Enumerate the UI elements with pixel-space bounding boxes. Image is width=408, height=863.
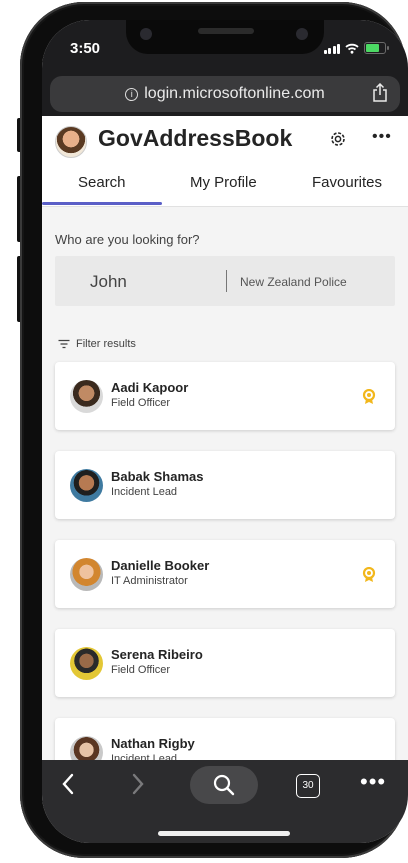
battery-icon <box>364 42 389 54</box>
url-text: login.microsoftonline.com <box>144 85 325 102</box>
more-icon[interactable]: ••• <box>360 771 386 793</box>
home-indicator[interactable] <box>158 831 290 836</box>
search-button[interactable] <box>190 766 258 804</box>
filter-icon <box>58 339 70 349</box>
avatar <box>70 647 103 680</box>
tab-my-profile[interactable]: My Profile <box>190 174 257 191</box>
result-card[interactable]: Serena Ribeiro Field Officer <box>55 629 395 697</box>
tab-search[interactable]: Search <box>78 174 126 191</box>
search-input[interactable]: John <box>90 272 127 292</box>
filter-label: Filter results <box>76 338 136 350</box>
result-name: Serena Ribeiro <box>111 647 203 662</box>
wifi-icon <box>345 43 359 54</box>
search-divider <box>226 270 227 292</box>
sensor-dot <box>140 28 152 40</box>
tabs-icon[interactable]: 30 <box>296 774 320 798</box>
search-box[interactable]: John New Zealand Police <box>55 256 395 306</box>
result-name: Babak Shamas <box>111 469 204 484</box>
search-question: Who are you looking for? <box>55 232 200 247</box>
forward-chevron-icon[interactable] <box>130 772 146 796</box>
status-time: 3:50 <box>70 40 101 57</box>
notch <box>126 20 324 54</box>
result-card[interactable]: Babak Shamas Incident Lead <box>55 451 395 519</box>
back-chevron-icon[interactable] <box>60 772 76 796</box>
address-bar[interactable]: i login.microsoftonline.com <box>50 76 400 112</box>
signal-icon <box>323 44 340 54</box>
result-role: IT Administrator <box>111 575 188 587</box>
avatar <box>70 558 103 591</box>
status-icons <box>323 42 389 54</box>
result-role: Field Officer <box>111 397 171 409</box>
result-card[interactable]: Danielle Booker IT Administrator <box>55 540 395 608</box>
result-card[interactable]: Aadi Kapoor Field Officer <box>55 362 395 430</box>
camera-dot <box>296 28 308 40</box>
result-name: Aadi Kapoor <box>111 380 189 395</box>
result-role: Field Officer <box>111 664 171 676</box>
app-logo <box>55 126 87 158</box>
award-badge-icon <box>362 567 376 582</box>
tab-favourites[interactable]: Favourites <box>312 174 382 191</box>
app-header: GovAddressBook ••• Search My Profile Fav… <box>42 116 408 207</box>
search-icon <box>213 774 235 796</box>
result-role: Incident Lead <box>111 486 178 498</box>
filter-results-button[interactable]: Filter results <box>58 338 136 350</box>
share-icon[interactable] <box>372 83 388 103</box>
organization-selector[interactable]: New Zealand Police <box>240 275 347 289</box>
settings-gear-icon[interactable] <box>328 129 348 149</box>
more-icon[interactable]: ••• <box>372 128 392 146</box>
speaker-grille <box>198 28 254 34</box>
info-icon: i <box>125 87 139 101</box>
award-badge-icon <box>362 389 376 404</box>
avatar <box>70 380 103 413</box>
phone-screen: 3:50 i login.microsoftonline.com GovAddr… <box>42 20 408 843</box>
app-title: GovAddressBook <box>98 125 293 151</box>
app-content: GovAddressBook ••• Search My Profile Fav… <box>42 116 408 786</box>
result-name: Danielle Booker <box>111 558 210 573</box>
result-name: Nathan Rigby <box>111 736 195 751</box>
avatar <box>70 469 103 502</box>
active-tab-indicator <box>42 202 162 205</box>
